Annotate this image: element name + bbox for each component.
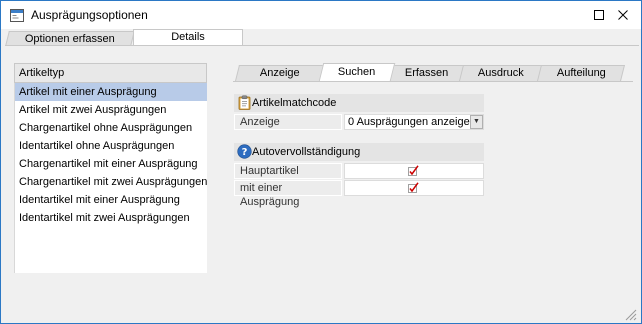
dropdown-button[interactable]: ▼ [470, 115, 483, 129]
mit-einer-auspraegung-row: mit einer Ausprägung [234, 180, 484, 208]
tab-label: Details [171, 31, 205, 43]
tab-erfassen[interactable]: Erfassen [389, 65, 465, 81]
autovervollstaendigung-section: ? Autovervollständigung Hauptartikel mit… [234, 143, 484, 208]
checkbox-checked-icon[interactable] [408, 165, 419, 177]
window-title: Ausprägungsoptionen [31, 8, 148, 22]
list-item[interactable]: Chargenartikel mit zwei Ausprägungen [15, 173, 207, 191]
list-item[interactable]: Artikel mit zwei Ausprägungen [15, 101, 207, 119]
tab-label: Aufteilung [556, 67, 606, 79]
hauptartikel-checkbox-cell[interactable] [344, 163, 484, 179]
anzeige-label: Anzeige [234, 114, 342, 130]
tab-label: Optionen erfassen [24, 33, 115, 45]
help-icon: ? [237, 144, 252, 159]
hauptartikel-label: Hauptartikel [234, 163, 342, 179]
clipboard-icon [238, 95, 251, 110]
tab-details[interactable]: Details [133, 29, 243, 46]
anzeige-row: Anzeige 0 Ausprägungen anzeigen ▼ [234, 114, 484, 131]
list-item[interactable]: Chargenartikel mit einer Ausprägung [15, 155, 207, 173]
list-item[interactable]: Identartikel mit einer Ausprägung [15, 191, 207, 209]
artikeltyp-header: Artikeltyp [14, 63, 207, 83]
mit-einer-auspraegung-label: mit einer Ausprägung [234, 180, 342, 208]
outer-tab-strip: Optionen erfassen Details [5, 29, 639, 46]
list-item[interactable]: Chargenartikel ohne Ausprägungen [15, 119, 207, 137]
list-item[interactable]: Identartikel mit zwei Ausprägungen [15, 209, 207, 227]
tab-label: Ausdruck [477, 67, 524, 79]
app-window-icon [10, 9, 24, 22]
hauptartikel-row: Hauptartikel [234, 163, 484, 180]
details-panel: Artikeltyp Artikel mit einer Ausprägung … [5, 45, 639, 319]
close-icon [618, 10, 628, 20]
section-header: ? Autovervollständigung [234, 143, 484, 161]
resize-grip-icon[interactable] [623, 307, 637, 321]
maximize-button[interactable] [589, 5, 609, 25]
tab-optionen-erfassen[interactable]: Optionen erfassen [5, 31, 135, 46]
section-title: Autovervollständigung [252, 146, 361, 158]
dialog-window: Ausprägungsoptionen Optionen erfassen De… [0, 0, 642, 324]
title-bar[interactable]: Ausprägungsoptionen [1, 1, 641, 29]
tab-suchen[interactable]: Suchen [318, 63, 396, 81]
square-icon [594, 10, 604, 20]
anzeige-select[interactable]: 0 Ausprägungen anzeigen [344, 114, 484, 130]
tab-ausdruck[interactable]: Ausdruck [459, 65, 543, 81]
artikeltyp-list[interactable]: Artikel mit einer Ausprägung Artikel mit… [14, 83, 207, 273]
chevron-down-icon: ▼ [473, 118, 480, 125]
tab-anzeige[interactable]: Anzeige [235, 65, 325, 81]
section-title: Artikelmatchcode [252, 97, 337, 109]
close-button[interactable] [613, 5, 633, 25]
list-item[interactable]: Identartikel ohne Ausprägungen [15, 137, 207, 155]
checkbox-checked-icon[interactable] [408, 182, 419, 194]
tab-label: Anzeige [259, 67, 300, 79]
inner-tab-strip: Anzeige Suchen Erfassen Ausdruck Aufteil… [233, 63, 633, 81]
artikelmatchcode-section: Artikelmatchcode Anzeige 0 Ausprägungen … [234, 94, 484, 131]
list-item[interactable]: Artikel mit einer Ausprägung [15, 83, 207, 101]
tab-aufteilung[interactable]: Aufteilung [537, 65, 625, 81]
svg-text:?: ? [242, 147, 248, 158]
tab-label: Suchen [338, 66, 376, 78]
mit-einer-auspraegung-checkbox-cell[interactable] [344, 180, 484, 196]
section-header: Artikelmatchcode [234, 94, 484, 112]
tab-divider [233, 81, 633, 82]
tab-label: Erfassen [405, 67, 449, 79]
